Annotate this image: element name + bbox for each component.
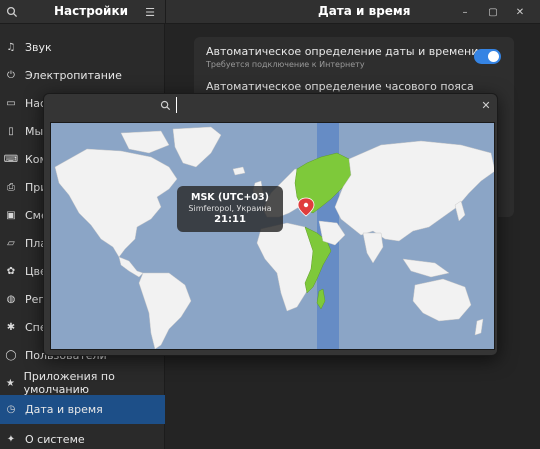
printer-icon: ⎙ (7, 181, 15, 193)
switch-knob (488, 51, 499, 62)
auto-datetime-switch[interactable] (474, 49, 501, 64)
timezone-abbreviation: MSK (UTC+03) (191, 192, 269, 203)
search-icon (158, 98, 172, 112)
removable-media-icon: ▣ (6, 209, 16, 221)
accessibility-icon: ✱ (6, 321, 16, 333)
close-icon: ✕ (481, 98, 491, 112)
globe-icon: ◍ (6, 293, 16, 305)
tablet-icon: ▱ (7, 237, 15, 249)
menu-button[interactable]: ☰ (140, 2, 160, 22)
maximize-button[interactable]: ▢ (485, 4, 501, 20)
auto-timezone-label: Автоматическое определение часового пояс… (206, 80, 474, 93)
palette-icon: ✿ (6, 265, 16, 277)
music-note-icon: ♫ (6, 41, 16, 53)
sidebar-item-about[interactable]: ✦ О системе (0, 425, 165, 449)
sidebar-item-sound[interactable]: ♫ Звук (0, 33, 165, 61)
star-icon: ★ (5, 377, 15, 389)
timezone-city: Simferopol, Украина (188, 204, 272, 213)
timezone-search (158, 96, 362, 114)
sparkle-icon: ✦ (6, 433, 16, 445)
auto-datetime-subtitle: Требуется подключение к Интернету (206, 60, 365, 69)
header-divider (165, 0, 166, 24)
timezone-time: 21:11 (214, 214, 246, 225)
hamburger-icon: ☰ (145, 5, 155, 19)
dialog-close-button[interactable]: ✕ (479, 98, 493, 112)
maximize-icon: ▢ (488, 6, 498, 18)
sidebar-item-label: О системе (25, 432, 85, 446)
timezone-map[interactable] (50, 122, 495, 350)
close-icon: ✕ (515, 6, 525, 18)
timezone-tooltip: MSK (UTC+03) Simferopol, Украина 21:11 (177, 186, 283, 232)
sidebar-item-label: Электропитание (25, 68, 122, 82)
search-button[interactable] (0, 0, 24, 24)
settings-card-row (500, 188, 514, 216)
sidebar-item-power[interactable]: ⏻ Электропитание (0, 61, 165, 89)
sidebar-item-default-apps[interactable]: ★ Приложения по умолчанию (0, 369, 165, 397)
power-icon: ⏻ (7, 69, 15, 81)
minimize-icon: – (462, 6, 468, 18)
auto-datetime-label: Автоматическое определение даты и времен… (206, 45, 479, 58)
timezone-search-input[interactable] (176, 97, 336, 113)
close-button[interactable]: ✕ (512, 4, 528, 20)
sidebar-title: Настройки (54, 4, 129, 18)
monitor-icon: ▭ (6, 97, 16, 109)
sidebar-item-label: Приложения по умолчанию (23, 370, 115, 396)
keyboard-icon: ⌨ (3, 153, 19, 165)
sidebar-item-date-time[interactable]: ◷ Дата и время (0, 395, 165, 424)
page-title: Дата и время (318, 4, 411, 18)
sidebar-item-label: Звук (25, 40, 52, 54)
header-bar: Настройки ☰ Дата и время – ▢ ✕ (0, 0, 540, 24)
user-icon: ◯ (5, 349, 17, 361)
sidebar-item-label: Дата и время (25, 403, 103, 416)
clock-icon: ◷ (6, 404, 16, 415)
mouse-icon: ▯ (8, 125, 14, 137)
minimize-button[interactable]: – (457, 4, 473, 20)
search-icon (6, 6, 18, 18)
world-map (51, 123, 494, 349)
